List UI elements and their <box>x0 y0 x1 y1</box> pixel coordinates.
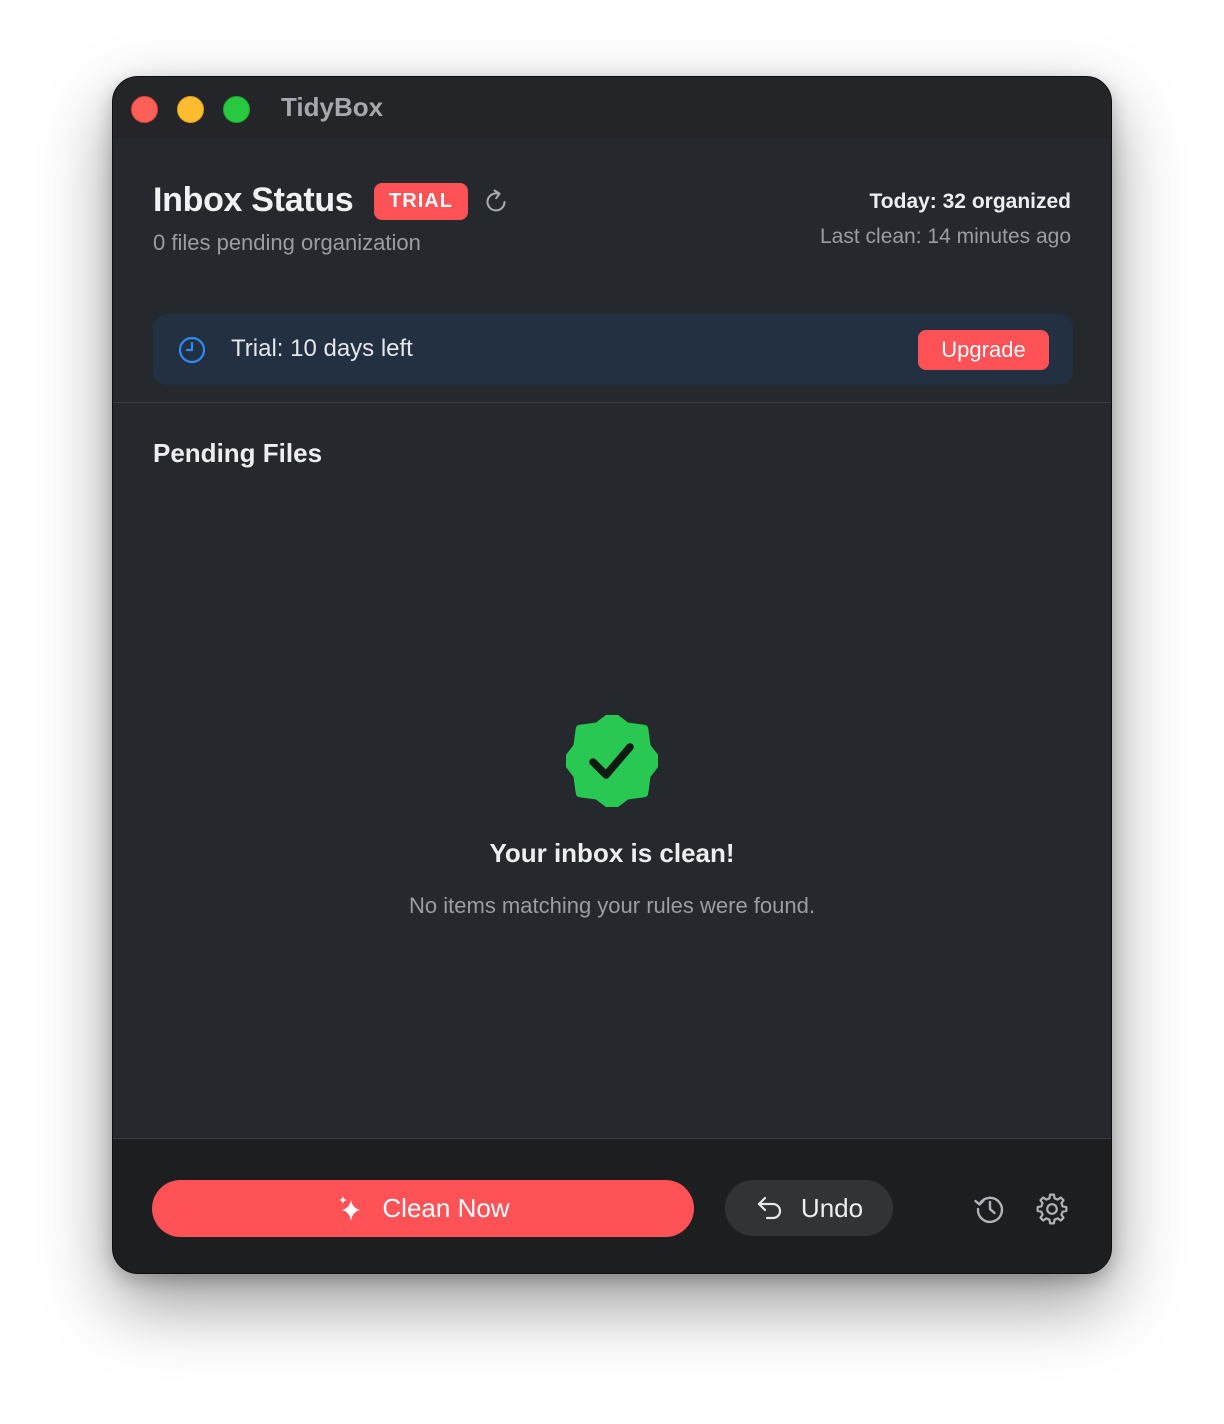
verified-badge-icon <box>566 715 658 807</box>
window-title: TidyBox <box>281 92 384 122</box>
minimize-window-button[interactable] <box>177 96 204 123</box>
clock-icon <box>178 336 206 364</box>
close-window-button[interactable] <box>131 96 158 123</box>
empty-state-subtitle: No items matching your rules were found. <box>409 893 815 918</box>
undo-button[interactable]: Undo <box>725 1180 893 1236</box>
page-title: Inbox Status <box>153 181 354 219</box>
clean-now-button[interactable]: Clean Now <box>152 1180 694 1237</box>
clean-now-label: Clean Now <box>382 1193 510 1223</box>
pending-count: 0 files pending organization <box>153 230 421 255</box>
history-icon[interactable] <box>973 1192 1007 1226</box>
empty-state-title: Your inbox is clean! <box>489 838 735 868</box>
upgrade-button[interactable]: Upgrade <box>918 330 1049 370</box>
pending-files-heading: Pending Files <box>153 438 323 468</box>
sparkles-icon <box>339 1195 361 1221</box>
last-clean-time: Last clean: 14 minutes ago <box>820 225 1071 248</box>
header-divider <box>113 402 1111 403</box>
gear-icon[interactable] <box>1035 1192 1069 1226</box>
zoom-window-button[interactable] <box>223 96 250 123</box>
undo-label: Undo <box>800 1192 864 1223</box>
footer-toolbar: Clean Now Undo <box>113 1138 1111 1273</box>
refresh-icon[interactable] <box>481 187 511 217</box>
app-window: TidyBox Inbox Status TRIAL 0 files pendi… <box>112 76 1112 1274</box>
trial-days-left: Trial: 10 days left <box>231 335 413 362</box>
trial-banner: Trial: 10 days left Upgrade <box>153 314 1073 385</box>
today-organized-stat: Today: 32 organized <box>869 190 1071 213</box>
title-bar[interactable]: TidyBox <box>113 77 1111 139</box>
trial-badge: TRIAL <box>374 183 468 220</box>
undo-arrow-icon <box>757 1196 782 1220</box>
